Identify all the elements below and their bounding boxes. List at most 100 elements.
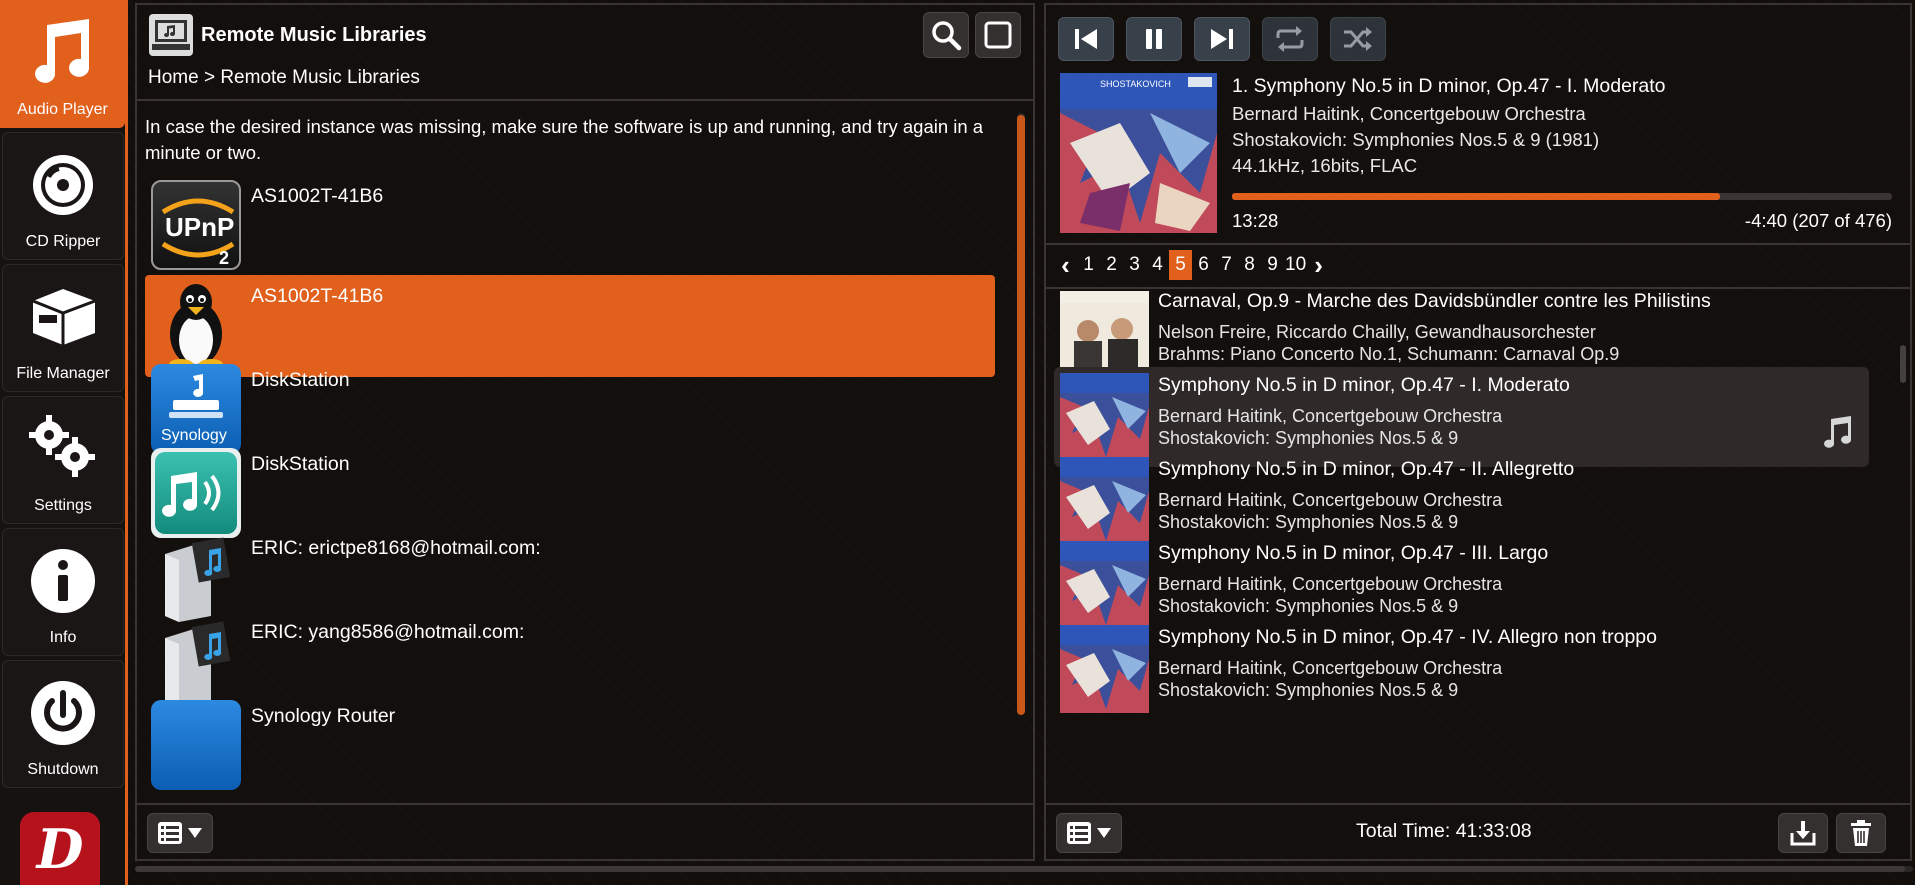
library-item[interactable]: UPnP 2 AS1002T-41B6	[145, 175, 995, 277]
shuffle-button[interactable]	[1330, 17, 1386, 61]
nav-info[interactable]: Info	[2, 528, 124, 656]
horizontal-scrollbar-thumb[interactable]	[135, 866, 1905, 872]
info-note: In case the desired instance was missing…	[145, 116, 984, 163]
media-server-icon	[151, 616, 241, 706]
page-title: Remote Music Libraries	[201, 24, 427, 46]
now-playing-title: 1. Symphony No.5 in D minor, Op.47 - I. …	[1232, 75, 1666, 97]
pager-page-7[interactable]: 7	[1215, 254, 1238, 276]
list-icon	[1067, 822, 1091, 844]
pager-page-2[interactable]: 2	[1100, 254, 1123, 276]
divider	[1046, 287, 1910, 289]
synology-icon: Synology	[151, 364, 241, 454]
queue-scrollbar[interactable]	[1900, 345, 1906, 383]
select-all-button[interactable]	[975, 12, 1021, 58]
skip-forward-icon	[1211, 29, 1233, 49]
queue-item-artist: Bernard Haitink, Concertgebouw Orchestra	[1158, 490, 1503, 510]
queue-item-artist: Bernard Haitink, Concertgebouw Orchestra	[1158, 574, 1503, 594]
queue-item-artist: Bernard Haitink, Concertgebouw Orchestra	[1158, 406, 1503, 426]
album-art-caption: SHOSTAKOVICH	[1100, 79, 1171, 89]
queue-item-artist: Nelson Freire, Riccardo Chailly, Gewandh…	[1158, 322, 1596, 342]
previous-track-button[interactable]	[1058, 17, 1114, 61]
repeat-icon	[1276, 26, 1304, 52]
pause-button[interactable]	[1126, 17, 1182, 61]
power-icon	[31, 681, 95, 745]
pager-next-button[interactable]: ›	[1307, 250, 1330, 281]
pager-page-6[interactable]: 6	[1192, 254, 1215, 276]
shuffle-icon	[1344, 27, 1372, 51]
library-name: DiskStation	[251, 453, 350, 475]
pager-page-10[interactable]: 10	[1284, 254, 1307, 276]
box-icon	[32, 289, 96, 345]
list-icon	[158, 822, 182, 844]
search-button[interactable]	[923, 12, 969, 58]
playback-progress-fill	[1232, 193, 1721, 200]
upnp-number: 2	[219, 248, 229, 268]
cd-icon	[33, 155, 93, 215]
repeat-button[interactable]	[1262, 17, 1318, 61]
library-menu-button[interactable]	[147, 813, 213, 853]
pager-prev-button[interactable]: ‹	[1054, 250, 1077, 281]
nav-file-manager[interactable]: File Manager	[2, 264, 124, 392]
now-playing-album-art[interactable]: SHOSTAKOVICH	[1060, 73, 1217, 233]
checkbox-icon	[984, 21, 1012, 49]
library-name: ERIC: yang8586@hotmail.com:	[251, 621, 525, 643]
divider	[1046, 243, 1910, 245]
library-name: Synology Router	[251, 705, 396, 727]
now-playing-note-icon	[1824, 416, 1852, 448]
daphile-logo: D	[20, 812, 100, 885]
trash-icon	[1851, 820, 1871, 846]
linux-penguin-icon	[151, 280, 241, 370]
pager-page-9[interactable]: 9	[1261, 254, 1284, 276]
nav-label-info: Info	[49, 629, 77, 646]
nav-settings[interactable]: Settings	[2, 396, 124, 524]
now-playing-format: 44.1kHz, 16bits, FLAC	[1232, 155, 1418, 176]
elapsed-time: 13:28	[1232, 210, 1279, 231]
queue-item-album: Shostakovich: Symphonies Nos.5 & 9	[1158, 512, 1459, 532]
nav-label-shutdown: Shutdown	[27, 761, 99, 778]
queue-item-title: Symphony No.5 in D minor, Op.47 - III. L…	[1158, 542, 1549, 564]
upnp-icon: UPnP 2	[151, 180, 241, 270]
pager-page-3[interactable]: 3	[1123, 254, 1146, 276]
queue-item-title: Carnaval, Op.9 - Marche des Davidsbündle…	[1158, 291, 1711, 312]
album-art	[1060, 291, 1149, 377]
remote-libraries-panel: Remote Music Libraries Home > Remote Mus…	[135, 3, 1035, 861]
nav-cd-ripper[interactable]: CD Ripper	[2, 132, 124, 260]
save-playlist-button[interactable]	[1778, 813, 1828, 853]
pager-page-4[interactable]: 4	[1146, 254, 1169, 276]
music-note-icon	[34, 19, 89, 83]
search-icon	[932, 21, 962, 51]
queue-item-album: Shostakovich: Symphonies Nos.5 & 9	[1158, 680, 1459, 700]
nav-label-settings: Settings	[34, 497, 92, 514]
horizontal-scrollbar[interactable]	[135, 866, 1913, 872]
now-playing-artist: Bernard Haitink, Concertgebouw Orchestra	[1232, 103, 1586, 124]
info-icon	[31, 549, 95, 613]
main-navigation: Audio Player CD Ripper File Manager Sett…	[0, 0, 128, 885]
library-name: DiskStation	[251, 369, 350, 391]
nav-label-cd-ripper: CD Ripper	[25, 233, 101, 250]
pager-page-5[interactable]: 5	[1169, 250, 1192, 280]
album-art	[1060, 625, 1149, 713]
pager-page-1[interactable]: 1	[1077, 254, 1100, 276]
album-art	[1060, 373, 1149, 461]
clear-queue-button[interactable]	[1836, 813, 1886, 853]
gears-icon	[29, 415, 95, 477]
synology-icon	[151, 700, 241, 790]
queue-item-album: Shostakovich: Symphonies Nos.5 & 9	[1158, 428, 1459, 448]
queue-item-artist: Bernard Haitink, Concertgebouw Orchestra	[1158, 658, 1503, 678]
library-item[interactable]: Synology Router	[145, 695, 995, 797]
queue-menu-button[interactable]	[1056, 813, 1122, 853]
synology-text: Synology	[161, 427, 227, 444]
nav-audio-player[interactable]: Audio Player	[0, 0, 125, 128]
remote-library-icon	[149, 14, 193, 56]
dropdown-arrow-icon	[188, 828, 202, 838]
pager-page-8[interactable]: 8	[1238, 254, 1261, 276]
play-queue: Carnaval, Op.9 - Marche des Davidsbündle…	[1054, 291, 1874, 801]
queue-item[interactable]: Symphony No.5 in D minor, Op.47 - IV. Al…	[1054, 619, 1869, 719]
library-scrollbar-thumb[interactable]	[1017, 115, 1025, 715]
playback-progress-bar[interactable]	[1232, 193, 1892, 200]
breadcrumb[interactable]: Home > Remote Music Libraries	[148, 67, 420, 89]
queue-item-title: Symphony No.5 in D minor, Op.47 - II. Al…	[1158, 458, 1575, 480]
next-track-button[interactable]	[1194, 17, 1250, 61]
nav-shutdown[interactable]: Shutdown	[2, 660, 124, 788]
now-playing-album: Shostakovich: Symphonies Nos.5 & 9 (1981…	[1232, 129, 1600, 150]
